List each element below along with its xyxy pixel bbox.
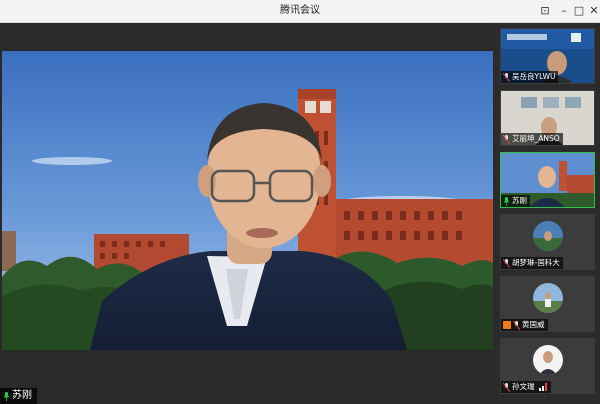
- participant-label: 苏刚: [501, 195, 530, 207]
- participant-label: 胡梦琳-国科大: [501, 257, 563, 269]
- mic-muted-icon: [503, 382, 510, 392]
- avatar: [533, 283, 563, 313]
- participant-sidebar: 吴岳良YLWU 艾丽坤_ANSO 苏刚 胡梦琳-国科大 黄国威 孙文瑞: [494, 23, 600, 404]
- participant-name: 吴岳良YLWU: [512, 72, 556, 81]
- close-button[interactable]: ✕: [583, 0, 600, 22]
- share-screen-icon: [503, 321, 511, 329]
- participant-tile[interactable]: 黄国威: [500, 276, 595, 332]
- mic-muted-icon: [513, 320, 520, 330]
- participant-tile[interactable]: 胡梦琳-国科大: [500, 214, 595, 270]
- mic-muted-icon: [503, 134, 510, 144]
- participant-tile[interactable]: 吴岳良YLWU: [500, 28, 595, 84]
- participant-tile[interactable]: 孙文瑞: [500, 338, 595, 394]
- main-video: [2, 51, 493, 350]
- speaker-name: 苏刚: [12, 390, 32, 401]
- main-video-scene: [2, 51, 493, 350]
- mic-muted-icon: [503, 258, 510, 268]
- window-title: 腾讯会议: [280, 5, 320, 16]
- participant-tile[interactable]: 艾丽坤_ANSO: [500, 90, 595, 146]
- participant-name: 艾丽坤_ANSO: [512, 134, 560, 143]
- participant-name: 胡梦琳-国科大: [512, 258, 560, 267]
- participant-tile-active[interactable]: 苏刚: [500, 152, 595, 208]
- avatar: [533, 345, 563, 375]
- participant-name: 苏刚: [512, 196, 527, 205]
- participant-name: 孙文瑞: [512, 382, 535, 391]
- mic-icon: [3, 391, 10, 401]
- participant-label: 艾丽坤_ANSO: [501, 133, 563, 145]
- participant-name: 黄国威: [522, 320, 545, 329]
- mic-icon: [503, 196, 510, 206]
- mic-muted-icon: [503, 72, 510, 82]
- title-bar: 腾讯会议 ⊡ – □ ✕: [0, 0, 600, 23]
- speaker-name-badge: 苏刚: [0, 388, 37, 404]
- avatar: [533, 221, 563, 251]
- participant-label: 孙文瑞: [501, 381, 551, 393]
- participant-label: 黄国威: [501, 319, 548, 331]
- signal-bars-icon: [538, 383, 547, 391]
- participant-label: 吴岳良YLWU: [501, 71, 559, 83]
